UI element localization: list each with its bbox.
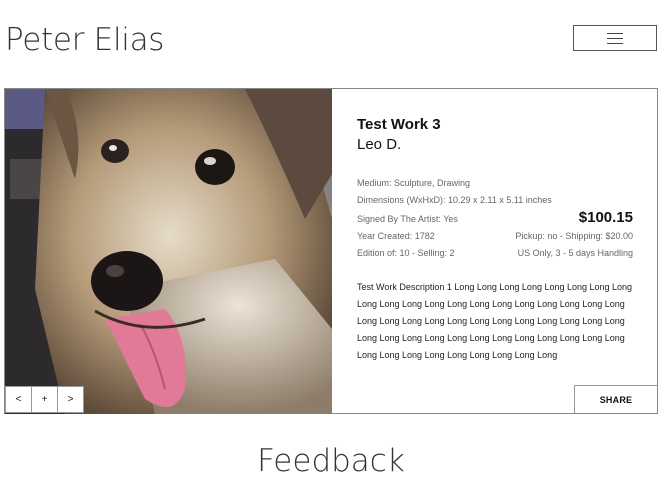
site-title[interactable]: Peter Elias [5,20,164,60]
artwork-shipping: Pickup: no - Shipping: $20.00 [515,231,633,241]
menu-button[interactable] [573,25,657,51]
artist-name[interactable]: Leo D. [357,135,633,155]
meta-row-medium: Medium: Sculpture, Drawing [357,175,633,192]
artwork-signed: Signed By The Artist: Yes [357,214,458,224]
hamburger-icon [607,32,623,34]
meta-row-dimensions: Dimensions (WxHxD): 10.29 x 2.11 x 5.11 … [357,192,633,209]
artwork-dimensions: Dimensions (WxHxD): 10.29 x 2.11 x 5.11 … [357,195,552,205]
artwork-price: $100.15 [578,209,633,226]
artwork-handling: US Only, 3 - 5 days Handling [517,248,633,258]
artwork-card: < + > Test Work 3 Leo D. Medium: Sculptu… [4,88,658,414]
meta-row-edition: Edition of: 10 - Selling: 2 US Only, 3 -… [357,245,633,262]
artwork-title: Test Work 3 [357,116,441,133]
artwork-photo[interactable] [5,89,332,414]
hamburger-icon-bar [607,37,623,39]
share-button[interactable]: SHARE [574,385,657,413]
artwork-edition: Edition of: 10 - Selling: 2 [357,248,455,258]
gallery-controls: < + > [5,386,84,413]
hamburger-icon-bar [607,42,623,44]
artwork-details: Test Work 3 Leo D. Medium: Sculpture, Dr… [357,115,633,364]
artwork-image [5,89,332,414]
artwork-medium: Medium: Sculpture, Drawing [357,178,471,188]
meta-row-year: Year Created: 1782 Pickup: no - Shipping… [357,228,633,245]
page: Peter Elias < + > Test Work 3 Leo D. Med… [0,0,672,480]
artwork-description: Test Work Description 1 Long Long Long L… [357,282,633,360]
prev-image-button[interactable]: < [5,386,32,413]
artwork-year: Year Created: 1782 [357,231,435,241]
feedback-heading: Feedback [257,443,405,479]
add-image-button[interactable]: + [31,386,58,413]
meta-row-signed: Signed By The Artist: Yes $100.15 [357,209,633,228]
next-image-button[interactable]: > [57,386,84,413]
